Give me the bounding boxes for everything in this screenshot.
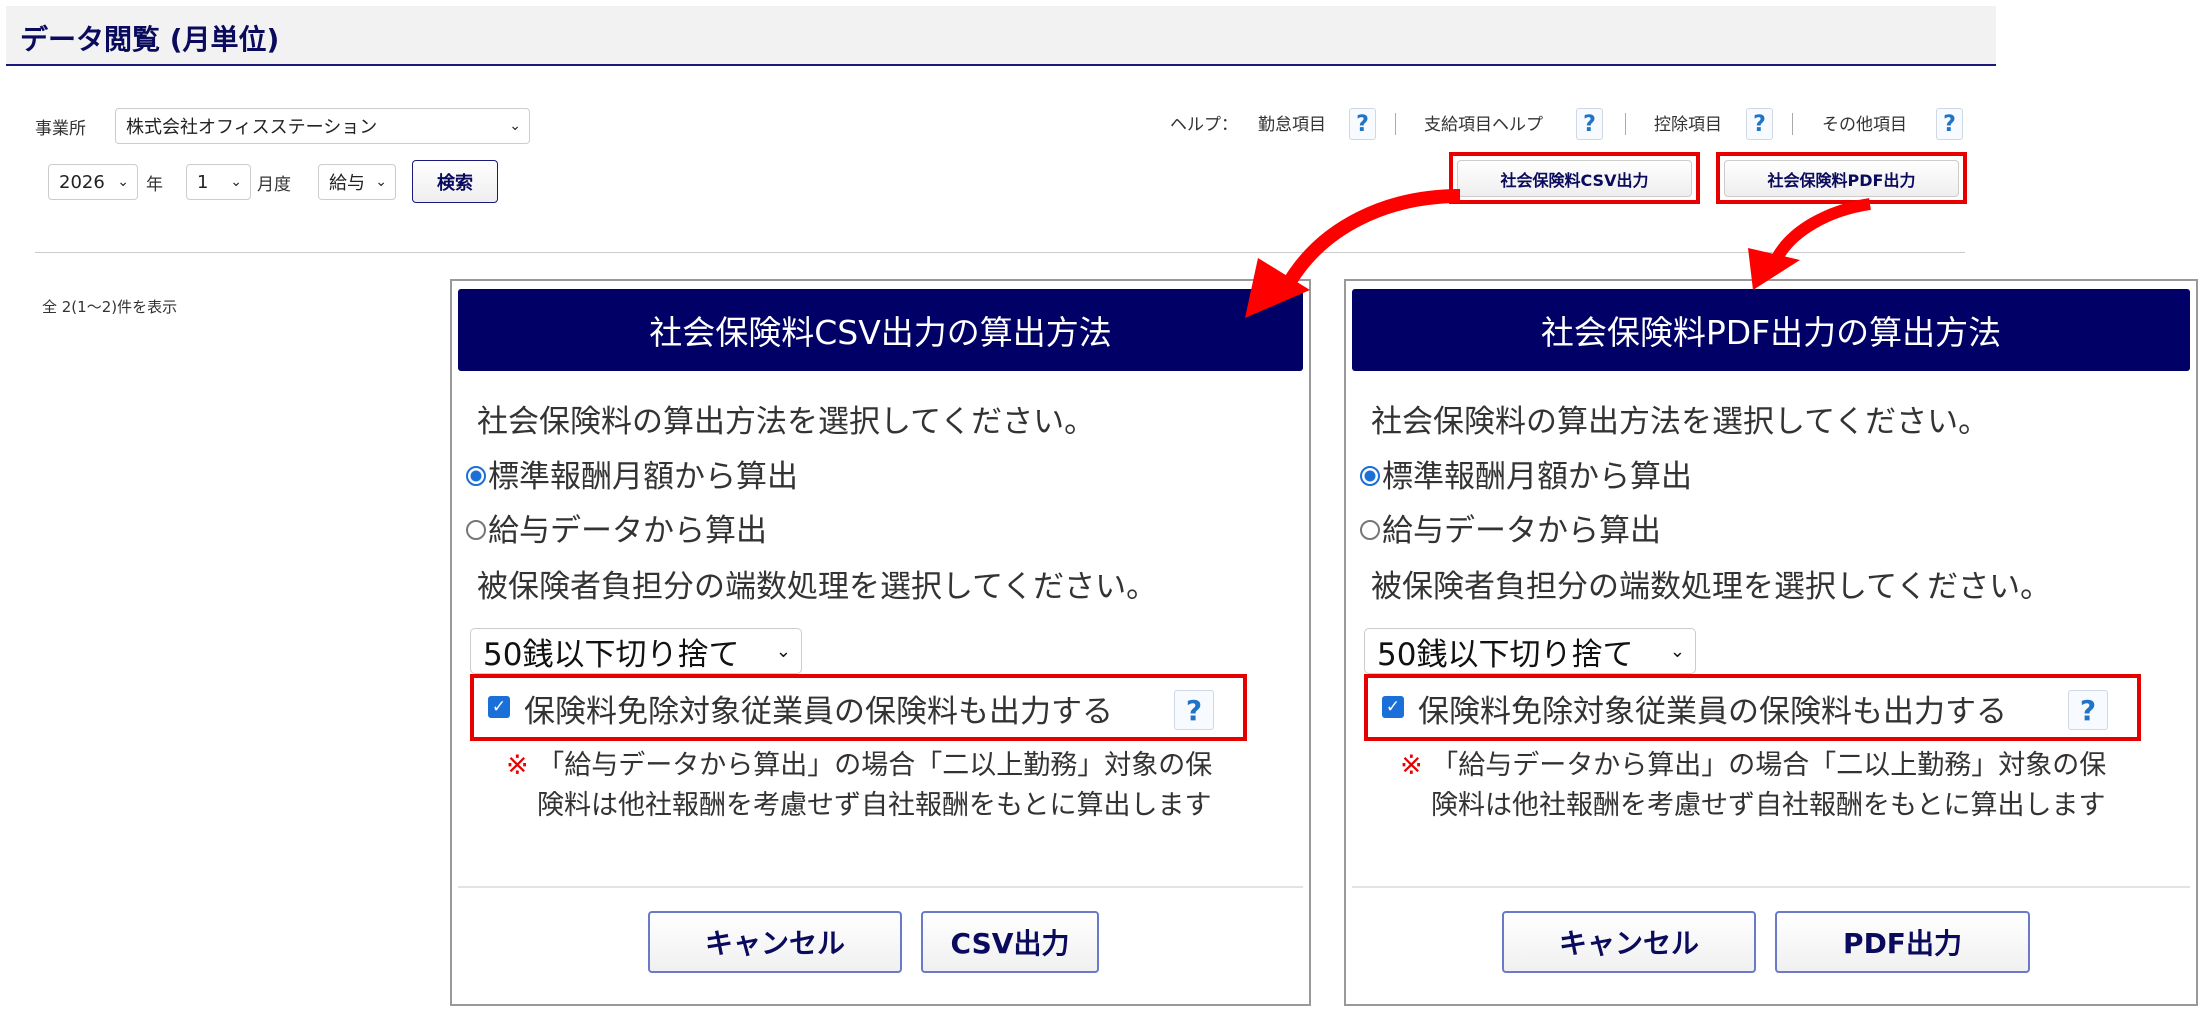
radio-label: 標準報酬月額から算出	[488, 459, 798, 495]
radio-standard-remuneration[interactable]: 標準報酬月額から算出	[1360, 451, 1692, 496]
help-label-attendance: 勤怠項目	[1258, 115, 1326, 135]
help-label-deduction: 控除項目	[1654, 115, 1722, 135]
exempt-employees-checkbox-row: ✓ 保険料免除対象従業員の保険料も出力する ?	[1364, 674, 2141, 741]
method-prompt: 社会保険料の算出方法を選択してください。	[1371, 404, 1990, 440]
radio-label: 給与データから算出	[1382, 513, 1661, 549]
radio-label: 標準報酬月額から算出	[1382, 459, 1692, 495]
page-title: データ閲覧 (月単位)	[20, 23, 280, 56]
pdf-output-button[interactable]: PDF出力	[1775, 911, 2030, 973]
help-label-other: その他項目	[1822, 115, 1907, 135]
help-icon-deduction[interactable]: ?	[1746, 108, 1773, 140]
result-count: 全 2(1〜2)件を表示	[42, 298, 178, 316]
note-line-1: ※ 「給与データから算出」の場合「二以上勤務」対象の保	[506, 743, 1212, 782]
checkbox-label: 保険料免除対象従業員の保険料も出力する	[1418, 694, 2007, 730]
radio-unselected-icon	[466, 519, 486, 540]
radio-label: 給与データから算出	[488, 513, 767, 549]
help-icon[interactable]: ?	[1174, 690, 1214, 730]
type-value: 給与	[329, 173, 365, 194]
page-header: データ閲覧 (月単位)	[6, 6, 1996, 66]
cancel-button[interactable]: キャンセル	[648, 911, 902, 973]
radio-standard-remuneration[interactable]: 標準報酬月額から算出	[466, 451, 798, 496]
note-mark: ※	[506, 750, 529, 781]
chevron-down-icon: ⌄	[1669, 640, 1685, 662]
office-label: 事業所	[35, 119, 86, 139]
arrow-to-csv-dialog	[1278, 189, 1461, 294]
cancel-button[interactable]: キャンセル	[1502, 911, 1756, 973]
note-text: 「給与データから算出」の場合「二以上勤務」対象の保	[537, 750, 1213, 781]
highlight-box	[1716, 152, 1967, 204]
help-icon-other[interactable]: ?	[1936, 108, 1963, 140]
radio-unselected-icon	[1360, 519, 1380, 540]
help-icon[interactable]: ?	[2068, 690, 2108, 730]
note-text: 「給与データから算出」の場合「二以上勤務」対象の保	[1431, 750, 2107, 781]
rounding-value: 50銭以下切り捨て	[483, 636, 740, 673]
month-label: 月度	[257, 175, 291, 195]
month-select[interactable]: 1 ⌄	[186, 164, 251, 200]
divider	[1352, 886, 2190, 888]
year-value: 2026	[59, 171, 105, 193]
office-select[interactable]: 株式会社オフィスステーション ⌄	[115, 108, 530, 144]
csv-output-button[interactable]: CSV出力	[921, 911, 1099, 973]
exempt-employees-checkbox-row: ✓ 保険料免除対象従業員の保険料も出力する ?	[470, 674, 1247, 741]
chevron-down-icon: ⌄	[117, 174, 129, 190]
note-line-2: 険料は他社報酬を考慮せず自社報酬をもとに算出します	[537, 790, 1212, 821]
exempt-employees-checkbox[interactable]: ✓	[488, 696, 510, 718]
radio-payroll-data[interactable]: 給与データから算出	[1360, 505, 1661, 550]
divider	[1625, 113, 1626, 135]
rounding-select[interactable]: 50銭以下切り捨て ⌄	[1364, 628, 1696, 674]
divider	[1792, 113, 1793, 135]
dialog-title: 社会保険料CSV出力の算出方法	[458, 289, 1303, 371]
divider	[458, 886, 1303, 888]
office-select-value: 株式会社オフィスステーション	[126, 117, 378, 138]
help-icon-payment[interactable]: ?	[1576, 108, 1603, 140]
chevron-down-icon: ⌄	[509, 118, 521, 134]
note-mark: ※	[1400, 750, 1423, 781]
dialog-title: 社会保険料PDF出力の算出方法	[1352, 289, 2190, 371]
method-prompt: 社会保険料の算出方法を選択してください。	[477, 404, 1096, 440]
year-label: 年	[146, 175, 163, 195]
pdf-calculation-dialog: 社会保険料PDF出力の算出方法 社会保険料の算出方法を選択してください。 標準報…	[1344, 279, 2198, 1006]
radio-selected-icon	[466, 465, 486, 486]
radio-selected-icon	[1360, 465, 1380, 486]
search-button[interactable]: 検索	[412, 160, 498, 203]
month-value: 1	[197, 171, 209, 193]
note-line-1: ※ 「給与データから算出」の場合「二以上勤務」対象の保	[1400, 743, 2106, 782]
exempt-employees-checkbox[interactable]: ✓	[1382, 696, 1404, 718]
checkbox-label: 保険料免除対象従業員の保険料も出力する	[524, 694, 1113, 730]
rounding-select[interactable]: 50銭以下切り捨て ⌄	[470, 628, 802, 674]
year-select[interactable]: 2026 ⌄	[48, 164, 138, 200]
chevron-down-icon: ⌄	[775, 640, 791, 662]
type-select[interactable]: 給与 ⌄	[318, 164, 396, 200]
help-prefix: ヘルプ：	[1170, 115, 1238, 135]
divider	[1395, 113, 1396, 135]
divider	[35, 252, 1965, 253]
radio-payroll-data[interactable]: 給与データから算出	[466, 505, 767, 550]
highlight-box	[1449, 152, 1700, 204]
chevron-down-icon: ⌄	[375, 174, 387, 190]
chevron-down-icon: ⌄	[230, 174, 242, 190]
note-line-2: 険料は他社報酬を考慮せず自社報酬をもとに算出します	[1431, 790, 2106, 821]
arrow-to-pdf-dialog	[1769, 198, 1871, 265]
rounding-prompt: 被保険者負担分の端数処理を選択してください。	[477, 569, 1158, 605]
rounding-prompt: 被保険者負担分の端数処理を選択してください。	[1371, 569, 2052, 605]
help-icon-attendance[interactable]: ?	[1349, 108, 1376, 140]
rounding-value: 50銭以下切り捨て	[1377, 636, 1634, 673]
help-label-payment: 支給項目ヘルプ	[1424, 115, 1543, 135]
csv-calculation-dialog: 社会保険料CSV出力の算出方法 社会保険料の算出方法を選択してください。 標準報…	[450, 279, 1311, 1006]
